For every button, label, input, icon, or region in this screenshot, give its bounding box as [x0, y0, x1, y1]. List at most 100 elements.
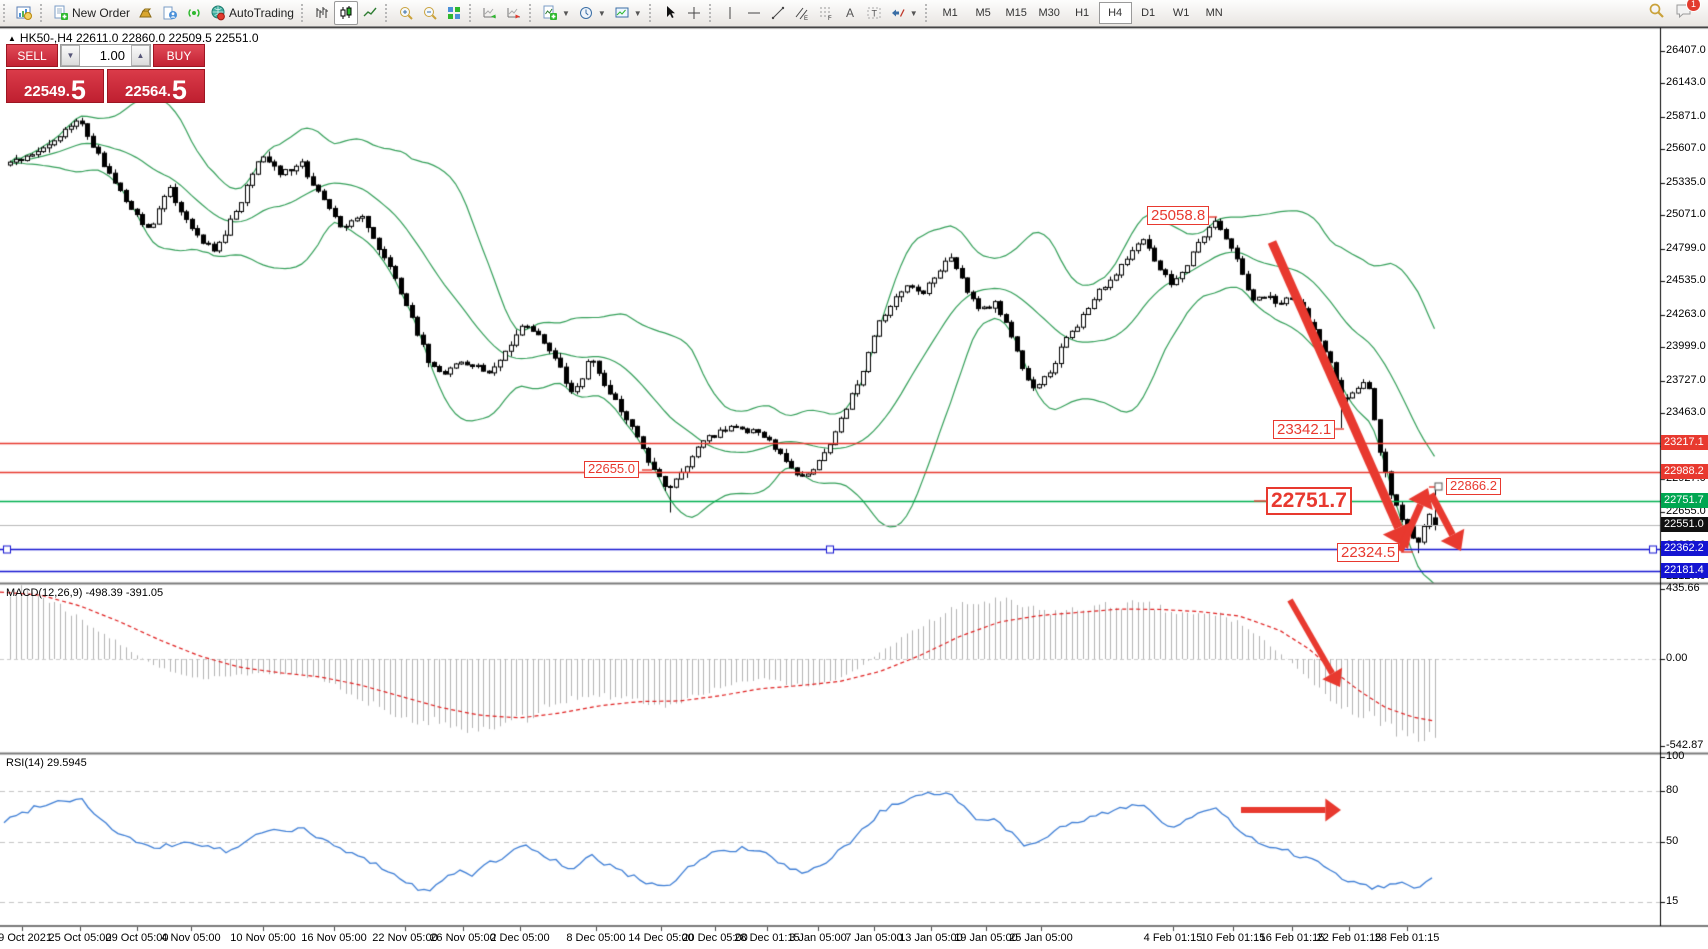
- chart-shift-button[interactable]: [502, 1, 526, 25]
- timeframe-mn-button[interactable]: MN: [1198, 2, 1231, 24]
- price-axis-tick-label: 26407.0: [1666, 44, 1706, 56]
- buy-price-button[interactable]: 22564.5: [107, 69, 205, 103]
- toolbar-group-grip: [301, 4, 306, 22]
- collapse-icon[interactable]: ▲: [8, 34, 16, 43]
- time-axis-label: 16 Nov 05:00: [301, 932, 366, 944]
- time-axis-label: 26 Nov 05:00: [430, 932, 495, 944]
- crosshair-button[interactable]: [682, 1, 706, 25]
- new-order-label: New Order: [72, 6, 130, 20]
- candlestick-chart-button[interactable]: [334, 1, 358, 25]
- zoom-out-icon: [422, 5, 438, 21]
- text-button[interactable]: A: [838, 1, 862, 25]
- price-axis-tick-label: 23999.0: [1666, 340, 1706, 352]
- expert-advisor-button[interactable]: [158, 1, 182, 25]
- arrows-button[interactable]: ▼: [886, 1, 922, 25]
- fibonacci-button[interactable]: F: [814, 1, 838, 25]
- toolbar-group-grip: [385, 4, 390, 22]
- svg-text:A: A: [846, 6, 854, 20]
- templates-button[interactable]: ▼: [610, 1, 646, 25]
- bullion-icon: [138, 5, 154, 21]
- timeframe-h1-button[interactable]: H1: [1066, 2, 1099, 24]
- timeframe-d1-button[interactable]: D1: [1132, 2, 1165, 24]
- time-axis-label: 4 Nov 05:00: [161, 932, 220, 944]
- text-label-button[interactable]: T: [862, 1, 886, 25]
- toolbar-group-grip: [3, 4, 8, 22]
- sell-price-fraction: 5: [71, 79, 86, 101]
- time-axis-label: 7 Jan 05:00: [845, 932, 903, 944]
- volume-decrease-button[interactable]: ▼: [61, 45, 80, 66]
- time-axis-label: 19 Oct 2021: [0, 932, 52, 944]
- autotrading-button[interactable]: AutoTrading: [206, 1, 298, 25]
- sell-button[interactable]: SELL: [6, 44, 58, 67]
- bullion-button[interactable]: [134, 1, 158, 25]
- chevron-down-icon: ▼: [67, 51, 75, 60]
- vertical-line-button[interactable]: [718, 1, 742, 25]
- time-axis-label: 10 Feb 01:15: [1201, 932, 1266, 944]
- chevron-down-icon[interactable]: ▼: [634, 9, 642, 18]
- equidistant-channel-button[interactable]: E: [790, 1, 814, 25]
- toolbar: New Order AutoTrading ▼ ▼ ▼ E F A T ▼ M1M5M15M30H1…: [0, 0, 1708, 27]
- chevron-down-icon[interactable]: ▼: [598, 9, 606, 18]
- timeframe-h4-button[interactable]: H4: [1099, 2, 1132, 24]
- time-axis-label: 16 Feb 01:15: [1260, 932, 1325, 944]
- timeframe-m1-button[interactable]: M1: [934, 2, 967, 24]
- line-chart-button[interactable]: [358, 1, 382, 25]
- chevron-down-icon[interactable]: ▼: [562, 9, 570, 18]
- svg-text:F: F: [828, 16, 832, 21]
- indicators-list-icon: [542, 5, 558, 21]
- chart-window-button[interactable]: [12, 1, 37, 25]
- price-annotation[interactable]: 25058.8: [1147, 206, 1209, 225]
- text-label-icon: T: [866, 5, 882, 21]
- timeframe-m15-button[interactable]: M15: [1000, 2, 1033, 24]
- price-axis-tick-label: 25335.0: [1666, 176, 1706, 188]
- price-annotation[interactable]: 22324.5: [1337, 543, 1399, 562]
- volume-input[interactable]: [80, 45, 131, 66]
- svg-text:E: E: [804, 16, 808, 21]
- signals-button[interactable]: [182, 1, 206, 25]
- auto-scroll-button[interactable]: [478, 1, 502, 25]
- time-axis-label: 2 Dec 05:00: [490, 932, 549, 944]
- trendline-icon: [770, 5, 786, 21]
- rsi-axis-tick-label: 100: [1666, 750, 1684, 762]
- equidistant-channel-icon: E: [794, 5, 810, 21]
- svg-text:T: T: [871, 9, 877, 19]
- notifications-button[interactable]: 1: [1675, 2, 1694, 24]
- chevron-down-icon[interactable]: ▼: [910, 9, 918, 18]
- buy-button[interactable]: BUY: [153, 44, 205, 67]
- timeframe-m5-button[interactable]: M5: [967, 2, 1000, 24]
- chart-shift-icon: [506, 5, 522, 21]
- time-axis-label: 10 Nov 05:00: [230, 932, 295, 944]
- candlestick-chart-icon: [338, 5, 354, 21]
- price-annotation[interactable]: 23342.1: [1273, 420, 1335, 439]
- axis-price-badge: 22362.2: [1661, 541, 1708, 556]
- autotrading-icon: [210, 5, 226, 21]
- line-chart-icon: [362, 5, 378, 21]
- fibonacci-icon: F: [818, 5, 834, 21]
- timeframe-m30-button[interactable]: M30: [1033, 2, 1066, 24]
- sell-price-button[interactable]: 22549.5: [6, 69, 104, 103]
- zoom-out-button[interactable]: [418, 1, 442, 25]
- indicators-list-button[interactable]: ▼: [538, 1, 574, 25]
- horizontal-line-icon: [746, 5, 762, 21]
- horizontal-line-button[interactable]: [742, 1, 766, 25]
- price-axis-tick-label: 23463.0: [1666, 406, 1706, 418]
- trendline-button[interactable]: [766, 1, 790, 25]
- rsi-axis-tick-label: 50: [1666, 835, 1678, 847]
- arrows-icon: [890, 5, 906, 21]
- volume-increase-button[interactable]: ▲: [131, 45, 150, 66]
- new-order-button[interactable]: New Order: [49, 1, 134, 25]
- price-annotation[interactable]: 22655.0: [584, 461, 639, 478]
- volume-control: ▼ ▲: [60, 44, 151, 67]
- zoom-in-button[interactable]: [394, 1, 418, 25]
- tile-windows-button[interactable]: [442, 1, 466, 25]
- periods-button[interactable]: ▼: [574, 1, 610, 25]
- cursor-button[interactable]: [658, 1, 682, 25]
- chart-canvas[interactable]: [0, 0, 1708, 949]
- search-button[interactable]: [1648, 2, 1665, 24]
- bar-chart-button[interactable]: [310, 1, 334, 25]
- price-annotation[interactable]: 22751.7: [1266, 487, 1352, 515]
- periods-icon: [578, 5, 594, 21]
- price-annotation[interactable]: 22866.2: [1446, 478, 1501, 495]
- one-click-trading-panel: SELL ▼ ▲ BUY 22549.5 22564.5: [6, 44, 205, 103]
- timeframe-w1-button[interactable]: W1: [1165, 2, 1198, 24]
